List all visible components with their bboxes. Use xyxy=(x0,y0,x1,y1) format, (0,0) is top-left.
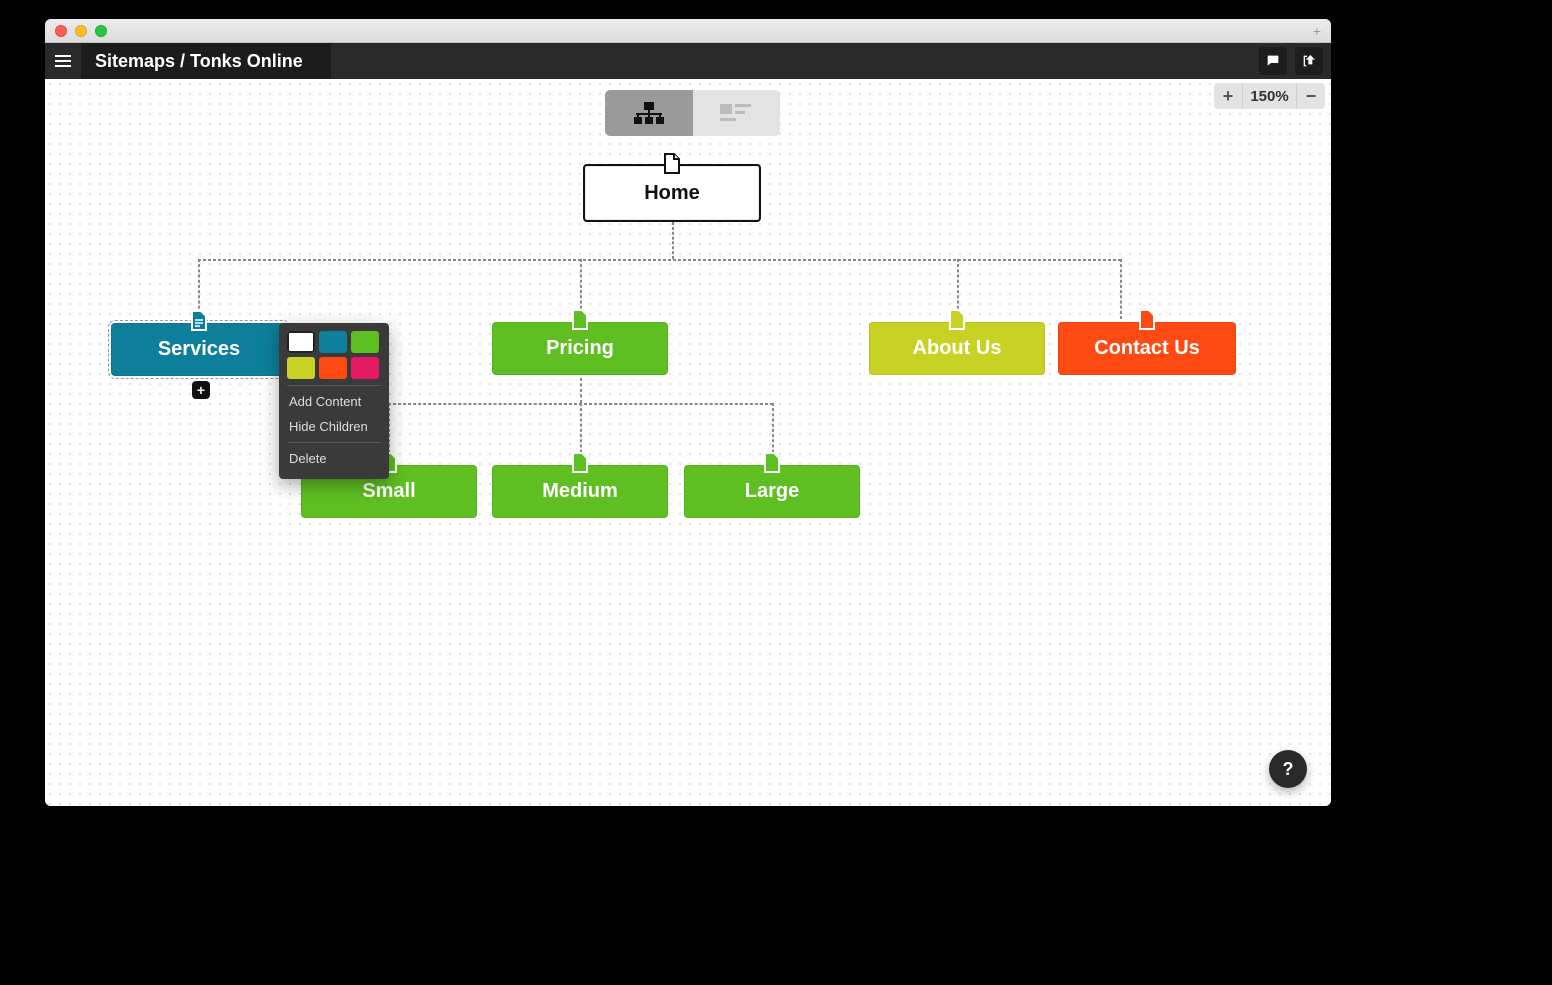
page-content-icon xyxy=(190,310,208,332)
node-services[interactable]: Services xyxy=(111,323,287,376)
node-about-us[interactable]: About Us xyxy=(869,322,1045,375)
canvas[interactable]: + 150% − Home Services xyxy=(45,79,1331,806)
chat-icon xyxy=(1265,53,1281,69)
node-context-menu: Add Content Hide Children Delete xyxy=(279,323,389,479)
divider xyxy=(287,442,381,443)
node-home[interactable]: Home xyxy=(583,164,761,222)
color-swatch-magenta[interactable] xyxy=(351,357,379,379)
zoom-out-button[interactable]: − xyxy=(1297,83,1325,109)
color-swatch-olive[interactable] xyxy=(287,357,315,379)
node-large[interactable]: Large xyxy=(684,465,860,518)
page-icon xyxy=(1138,309,1156,331)
color-swatch-teal[interactable] xyxy=(319,331,347,353)
connector xyxy=(198,259,1121,261)
list-icon xyxy=(720,103,752,123)
view-toggle xyxy=(605,90,780,136)
zoom-control: + 150% − xyxy=(1214,83,1325,109)
menu-hide-children[interactable]: Hide Children xyxy=(287,414,381,439)
tree-icon xyxy=(634,102,664,124)
node-label: Large xyxy=(745,480,799,503)
new-tab-button[interactable]: + xyxy=(1307,21,1327,41)
divider xyxy=(287,385,381,386)
page-icon xyxy=(571,309,589,331)
view-tree-button[interactable] xyxy=(605,90,693,136)
connector xyxy=(672,222,674,259)
breadcrumb-text: Sitemaps / Tonks Online xyxy=(95,51,303,72)
page-icon xyxy=(948,309,966,331)
color-swatch-white[interactable] xyxy=(287,331,315,353)
node-contact-us[interactable]: Contact Us xyxy=(1058,322,1236,375)
menu-delete[interactable]: Delete xyxy=(287,446,381,471)
node-medium[interactable]: Medium xyxy=(492,465,668,518)
node-label: About Us xyxy=(913,337,1002,360)
app-window: + Sitemaps / Tonks Online xyxy=(45,19,1331,806)
share-icon xyxy=(1301,53,1317,69)
share-button[interactable] xyxy=(1295,47,1323,75)
app-header: Sitemaps / Tonks Online xyxy=(45,43,1331,79)
connector xyxy=(1120,259,1122,319)
comments-button[interactable] xyxy=(1259,47,1287,75)
connector xyxy=(580,378,582,403)
color-swatch-green[interactable] xyxy=(351,331,379,353)
window-minimize-icon[interactable] xyxy=(75,25,87,37)
help-button[interactable]: ? xyxy=(1269,750,1307,788)
page-icon xyxy=(763,452,781,474)
help-icon: ? xyxy=(1283,759,1294,780)
node-pricing[interactable]: Pricing xyxy=(492,322,668,375)
window-titlebar: + xyxy=(45,19,1331,43)
traffic-lights xyxy=(55,25,107,37)
window-close-icon[interactable] xyxy=(55,25,67,37)
node-label: Home xyxy=(644,182,700,205)
breadcrumb[interactable]: Sitemaps / Tonks Online xyxy=(81,43,331,79)
node-label: Medium xyxy=(542,480,618,503)
zoom-level: 150% xyxy=(1242,83,1297,109)
menu-add-content[interactable]: Add Content xyxy=(287,389,381,414)
node-label: Contact Us xyxy=(1094,337,1200,360)
color-swatches xyxy=(287,331,381,379)
add-child-button[interactable]: + xyxy=(192,381,210,399)
color-swatch-orange[interactable] xyxy=(319,357,347,379)
window-zoom-icon[interactable] xyxy=(95,25,107,37)
menu-button[interactable] xyxy=(45,43,81,79)
node-label: Services xyxy=(158,338,240,361)
page-icon xyxy=(571,452,589,474)
node-label: Small xyxy=(362,480,415,503)
node-label: Pricing xyxy=(546,337,614,360)
view-list-button[interactable] xyxy=(693,90,781,136)
hamburger-icon xyxy=(55,60,71,62)
zoom-in-button[interactable]: + xyxy=(1214,83,1242,109)
page-icon xyxy=(663,153,681,175)
